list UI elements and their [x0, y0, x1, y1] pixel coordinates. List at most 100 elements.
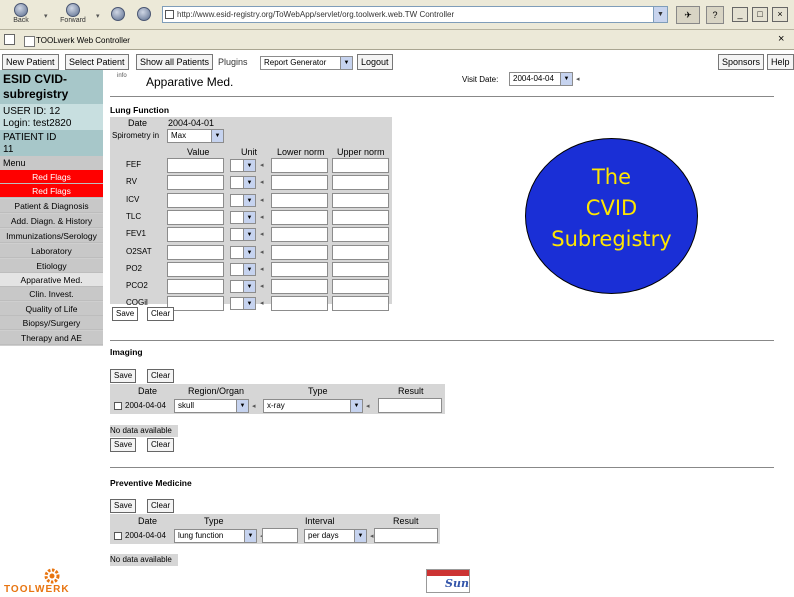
lower-norm-input[interactable] — [271, 244, 328, 260]
lower-norm-input[interactable] — [271, 209, 328, 225]
lung-value-input[interactable] — [167, 244, 224, 260]
unit-arrow-icon[interactable]: ◂ — [260, 178, 264, 186]
sponsors-button[interactable]: Sponsors — [718, 54, 765, 70]
sidebar-item-biopsy-surgery[interactable]: Biopsy/Surgery — [0, 316, 103, 330]
sidebar-item-add-diagn-history[interactable]: Add. Diagn. & History — [0, 214, 103, 228]
upper-norm-input[interactable] — [332, 227, 389, 243]
help-icon[interactable]: ? — [706, 6, 724, 24]
sidebar-item-patient-diagnosis[interactable]: Patient & Diagnosis — [0, 199, 103, 213]
plugin-select[interactable]: Report Generator ▼ — [260, 56, 353, 70]
select-patient-button[interactable]: Select Patient — [65, 54, 129, 70]
tab-toolwerk[interactable]: TOOLwerk Web Controller — [22, 33, 152, 48]
sidebar-item-clin-invest[interactable]: Clin. Invest. — [0, 287, 103, 301]
unit-select[interactable]: ▼ — [230, 297, 256, 311]
reload-button[interactable] — [108, 3, 128, 27]
imaging-clear-button-2[interactable]: Clear — [147, 438, 175, 452]
sidebar-item-etiology[interactable]: Etiology — [0, 259, 103, 273]
sidebar-item-apparative-med[interactable]: Apparative Med. — [0, 273, 103, 287]
interval-arrow-icon[interactable]: ◂ — [370, 532, 374, 540]
unit-select[interactable]: ▼ — [230, 280, 256, 294]
region-select[interactable]: skull ▼ — [174, 399, 249, 413]
back-dropdown-icon[interactable]: ▾ — [44, 12, 48, 20]
unit-arrow-icon[interactable]: ◂ — [260, 265, 264, 273]
region-arrow-icon[interactable]: ◂ — [252, 402, 256, 410]
lower-norm-input[interactable] — [271, 192, 328, 208]
lower-norm-input[interactable] — [271, 261, 328, 277]
lung-value-input[interactable] — [167, 209, 224, 225]
new-patient-button[interactable]: New Patient — [2, 54, 59, 70]
close-window-icon[interactable]: × — [772, 7, 788, 22]
sidebar-item-immunizations[interactable]: Immunizations/Serology — [0, 229, 103, 243]
unit-arrow-icon[interactable]: ◂ — [260, 282, 264, 290]
logout-button[interactable]: Logout — [357, 54, 393, 70]
imaging-row-checkbox[interactable] — [114, 402, 122, 410]
lower-norm-input[interactable] — [271, 175, 328, 191]
lung-value-input[interactable] — [167, 175, 224, 191]
imaging-save-button-2[interactable]: Save — [110, 438, 137, 452]
imaging-save-button[interactable]: Save — [110, 369, 137, 383]
lung-value-input[interactable] — [167, 261, 224, 277]
new-tab-icon[interactable] — [4, 34, 15, 45]
unit-arrow-icon[interactable]: ◂ — [260, 161, 264, 169]
back-button[interactable]: Back — [4, 3, 38, 27]
search-icon[interactable]: ✈ — [676, 6, 700, 24]
help-button[interactable]: Help — [767, 54, 794, 70]
unit-arrow-icon[interactable]: ◂ — [260, 299, 264, 307]
visit-date-arrow-icon[interactable]: ◂ — [576, 75, 580, 83]
imaging-clear-button[interactable]: Clear — [147, 369, 175, 383]
upper-norm-input[interactable] — [332, 192, 389, 208]
unit-arrow-icon[interactable]: ◂ — [260, 248, 264, 256]
sidebar-item-quality-of-life[interactable]: Quality of Life — [0, 302, 103, 316]
preventive-clear-button[interactable]: Clear — [147, 499, 175, 513]
interval-input[interactable] — [262, 528, 298, 543]
visit-date-select[interactable]: 2004-04-04 ▼ — [509, 72, 573, 86]
lung-value-input[interactable] — [167, 192, 224, 208]
sidebar-item-therapy-ae[interactable]: Therapy and AE — [0, 331, 103, 345]
lung-clear-button[interactable]: Clear — [147, 307, 175, 321]
unit-select[interactable]: ▼ — [230, 245, 256, 259]
lung-value-input[interactable] — [167, 158, 224, 173]
upper-norm-input[interactable] — [332, 209, 389, 225]
upper-norm-input[interactable] — [332, 296, 389, 312]
sidebar-item-red-flags-2[interactable]: Red Flags — [0, 184, 103, 198]
preventive-type-select[interactable]: lung function ▼ — [174, 529, 257, 543]
stop-button[interactable] — [134, 3, 154, 27]
show-all-patients-button[interactable]: Show all Patients — [136, 54, 214, 70]
sidebar-item-red-flags[interactable]: Red Flags — [0, 170, 103, 184]
forward-button[interactable]: Forward — [56, 3, 90, 27]
unit-select[interactable]: ▼ — [230, 210, 256, 224]
lung-value-input[interactable] — [167, 296, 224, 312]
unit-arrow-icon[interactable]: ◂ — [260, 230, 264, 238]
lower-norm-input[interactable] — [271, 227, 328, 243]
unit-select[interactable]: ▼ — [230, 159, 256, 172]
spirometry-select[interactable]: Max ▼ — [167, 129, 224, 143]
unit-select[interactable]: ▼ — [230, 193, 256, 207]
lung-save-button[interactable]: Save — [112, 307, 139, 321]
lower-norm-input[interactable] — [271, 296, 328, 312]
upper-norm-input[interactable] — [332, 244, 389, 260]
lower-norm-input[interactable] — [271, 279, 328, 295]
address-dropdown-icon[interactable]: ▼ — [653, 7, 667, 22]
minimize-icon[interactable]: _ — [732, 7, 748, 22]
upper-norm-input[interactable] — [332, 261, 389, 277]
upper-norm-input[interactable] — [332, 158, 389, 173]
imaging-result-input[interactable] — [378, 398, 442, 413]
sidebar-item-laboratory[interactable]: Laboratory — [0, 244, 103, 258]
unit-select[interactable]: ▼ — [230, 176, 256, 190]
type-arrow-icon[interactable]: ◂ — [366, 402, 370, 410]
upper-norm-input[interactable] — [332, 279, 389, 295]
address-bar[interactable]: http://www.esid-registry.org/ToWebApp/se… — [162, 6, 668, 23]
lower-norm-input[interactable] — [271, 158, 328, 173]
unit-select[interactable]: ▼ — [230, 262, 256, 276]
unit-arrow-icon[interactable]: ◂ — [260, 213, 264, 221]
forward-dropdown-icon[interactable]: ▾ — [96, 12, 100, 20]
upper-norm-input[interactable] — [332, 175, 389, 191]
preventive-result-input[interactable] — [374, 528, 438, 543]
close-tab-icon[interactable]: × — [778, 33, 784, 45]
unit-select[interactable]: ▼ — [230, 228, 256, 242]
unit-arrow-icon[interactable]: ◂ — [260, 196, 264, 204]
lung-value-input[interactable] — [167, 227, 224, 243]
type-select[interactable]: x-ray ▼ — [263, 399, 363, 413]
preventive-save-button[interactable]: Save — [110, 499, 137, 513]
lung-value-input[interactable] — [167, 279, 224, 295]
